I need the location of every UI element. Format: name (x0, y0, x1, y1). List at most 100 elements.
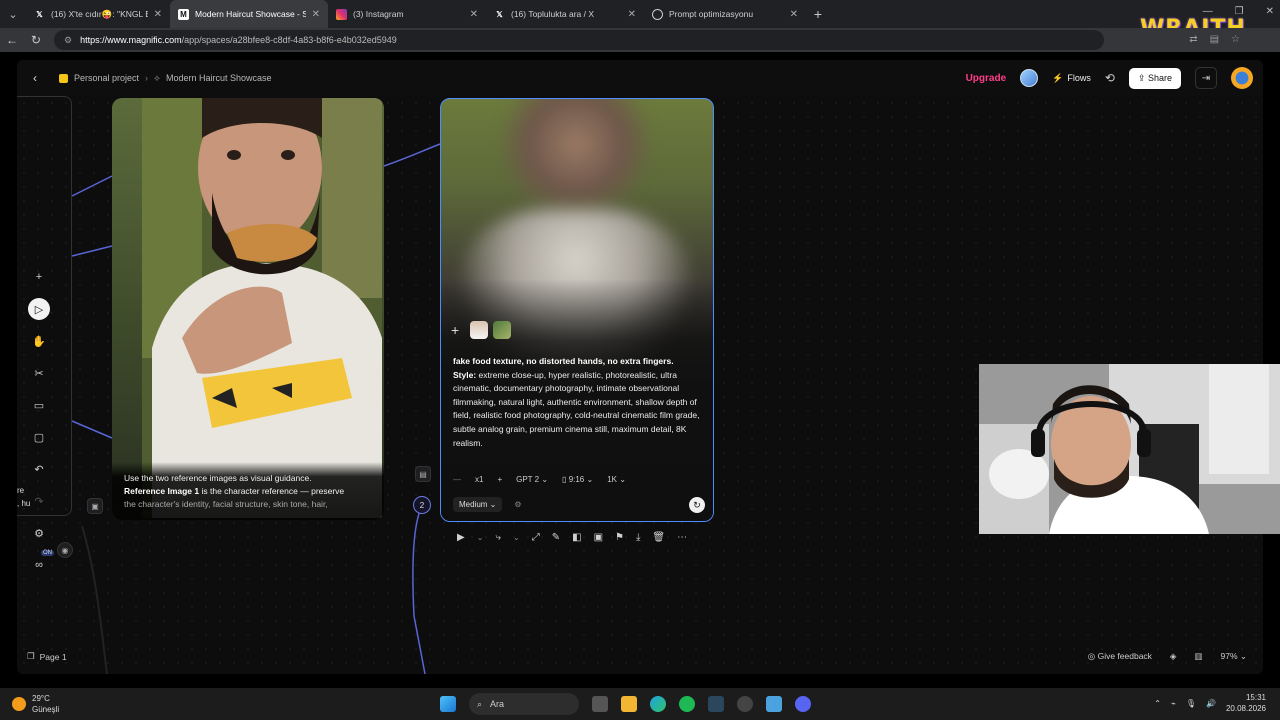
feedback-button[interactable]: ◎ Give feedback (1088, 651, 1152, 662)
browser-tab-active[interactable]: M Modern Haircut Showcase - Space ✕ (170, 0, 328, 28)
close-window-icon[interactable]: ✕ (1266, 6, 1274, 17)
redo-icon[interactable]: ↷ (28, 490, 50, 512)
caption-text: is the character reference — preserve (199, 486, 345, 496)
add-reference-icon[interactable]: + (451, 322, 465, 338)
quality-select[interactable]: Medium ⌄ (453, 497, 503, 512)
page-selector[interactable]: ❐ Page 1 (27, 651, 67, 662)
mask-icon[interactable]: ◧ (572, 532, 581, 543)
comment-icon[interactable]: ▢ (28, 426, 50, 448)
model-select[interactable]: GPT 2 ⌄ (516, 475, 548, 484)
resolution-select[interactable]: 1K ⌄ (607, 475, 626, 484)
image-input-icon[interactable]: ▣ (87, 498, 103, 514)
flows-label: Flows (1067, 73, 1091, 83)
node-port-icon[interactable]: ◉ (57, 542, 73, 558)
task-view-icon[interactable] (592, 696, 608, 712)
edge-icon[interactable] (650, 696, 666, 712)
close-icon[interactable]: ✕ (628, 9, 636, 20)
volume-icon[interactable]: 🔊 (1206, 699, 1216, 708)
zoom-value: 97% (1220, 651, 1238, 661)
chevron-down-icon[interactable]: ⌄ (513, 533, 520, 542)
aspect-ratio-select[interactable]: ▯ 9:16 ⌄ (562, 475, 593, 484)
network-icon[interactable]: ⌁ (1171, 699, 1176, 708)
chevron-down-icon[interactable]: ⌄ (477, 533, 484, 542)
weather-widget[interactable]: 29°C Güneşli (12, 693, 59, 715)
back-icon[interactable]: ← (0, 33, 24, 47)
upgrade-link[interactable]: Upgrade (966, 73, 1007, 84)
increase-count-icon[interactable]: + (497, 475, 502, 484)
url-field[interactable]: ⚙ https://www.magnific.com/app/spaces/a2… (54, 30, 1104, 50)
chevron-up-icon[interactable]: ⌃ (1154, 699, 1161, 708)
trash-icon[interactable]: 🗑 (652, 532, 665, 543)
breadcrumb-space[interactable]: Modern Haircut Showcase (166, 73, 272, 83)
expand-icon[interactable]: ⤢ (532, 532, 540, 543)
site-info-icon[interactable]: ⚙ (64, 35, 72, 46)
temperature: 29°C (32, 694, 50, 703)
steam-icon[interactable] (708, 696, 724, 712)
webcam-overlay (979, 364, 1280, 534)
node-menu-icon[interactable]: ▤ (415, 466, 431, 482)
zoom-select[interactable]: 97% ⌄ (1221, 651, 1248, 662)
notepad-icon[interactable] (766, 696, 782, 712)
reader-icon[interactable]: ▤ (1210, 34, 1219, 45)
regenerate-icon[interactable]: ↻ (689, 497, 705, 513)
hand-icon[interactable]: ✋ (28, 330, 50, 352)
tab-list-dropdown[interactable]: ⌄ (0, 0, 26, 28)
spotify-icon[interactable] (679, 696, 695, 712)
app-icon[interactable] (737, 696, 753, 712)
reference-thumb[interactable] (470, 321, 488, 339)
settings-icon[interactable]: ⚙ (514, 500, 521, 509)
magnific-icon: M (178, 8, 189, 20)
collaborator-avatar[interactable] (1020, 69, 1039, 87)
download-icon[interactable]: ⤓ (636, 532, 640, 543)
close-icon[interactable]: ✕ (312, 9, 320, 20)
frame-icon[interactable]: ▭ (28, 394, 50, 416)
generation-node[interactable]: + fake food texture, no distorted hands,… (440, 98, 714, 522)
layers-icon[interactable]: ◈ (1170, 651, 1177, 662)
link-toggle-icon[interactable]: ∞ ON (28, 550, 54, 576)
reference-image-node[interactable]: Use the two reference images as visual g… (112, 98, 384, 520)
reference-thumb[interactable] (493, 321, 511, 339)
flows-button[interactable]: ⚡ Flows (1052, 73, 1091, 84)
browser-tab[interactable]: 𝕏 (16) X'te cıdır😜: "KNGL EKİP (PAR ✕ (26, 0, 170, 28)
undo-icon[interactable]: ↶ (28, 458, 50, 480)
prompt-textarea[interactable]: fake food texture, no distorted hands, n… (453, 355, 703, 450)
image-icon[interactable]: ▣ (594, 532, 603, 543)
taskbar-search[interactable]: ⌕ Ara (469, 693, 579, 715)
bookmark-icon[interactable]: ⚑ (615, 532, 624, 543)
run-icon[interactable]: ▶ (457, 532, 465, 543)
close-icon[interactable]: ✕ (790, 9, 798, 20)
style-label: Style: (453, 369, 477, 380)
back-button[interactable]: ‹ (25, 68, 45, 88)
new-tab-button[interactable]: + (806, 0, 830, 28)
url-path: /app/spaces/a28bfee8-c8df-4a83-b8f6-e4b0… (181, 35, 397, 45)
windows-start-icon[interactable] (440, 696, 456, 712)
breadcrumb-project[interactable]: Personal project (74, 73, 139, 83)
select-cursor-icon[interactable]: ▷ (28, 298, 50, 320)
star-icon[interactable]: ☆ (1231, 34, 1240, 45)
close-icon[interactable]: ✕ (154, 9, 162, 20)
browser-tab[interactable]: 𝕏 (16) Toplulukta ara / X ✕ (486, 0, 644, 28)
reload-icon[interactable]: ↻ (24, 33, 48, 47)
history-icon[interactable]: ⟲ (1105, 71, 1115, 85)
add-icon[interactable]: + (28, 266, 50, 288)
settings-icon[interactable]: ⚙ (28, 522, 50, 544)
book-icon[interactable]: ▥ (1194, 651, 1202, 662)
edit-icon[interactable]: ✎ (552, 532, 560, 543)
share-label: Share (1147, 72, 1172, 83)
close-icon[interactable]: ✕ (470, 9, 478, 20)
translate-icon[interactable]: ⇄ (1189, 34, 1197, 45)
browser-tab[interactable]: (3) Instagram ✕ (328, 0, 486, 28)
file-explorer-icon[interactable] (621, 696, 637, 712)
mic-icon[interactable]: 🎙 (1186, 699, 1196, 708)
branch-icon[interactable]: ⤷ (495, 532, 501, 543)
decrease-count-icon[interactable]: — (453, 475, 461, 484)
scissors-icon[interactable]: ✂ (28, 362, 50, 384)
user-avatar[interactable] (1231, 67, 1253, 89)
url-host: https://www.magnific.com (80, 35, 182, 45)
share-button[interactable]: ⇪ Share (1128, 67, 1181, 89)
browser-tab[interactable]: Prompt optimizasyonu ✕ (644, 0, 806, 28)
export-icon[interactable]: ⇥ (1195, 67, 1217, 89)
clock[interactable]: 15:31 20.08.2026 (1226, 692, 1266, 714)
more-icon[interactable]: ⋯ (677, 532, 687, 543)
discord-icon[interactable] (795, 696, 811, 712)
